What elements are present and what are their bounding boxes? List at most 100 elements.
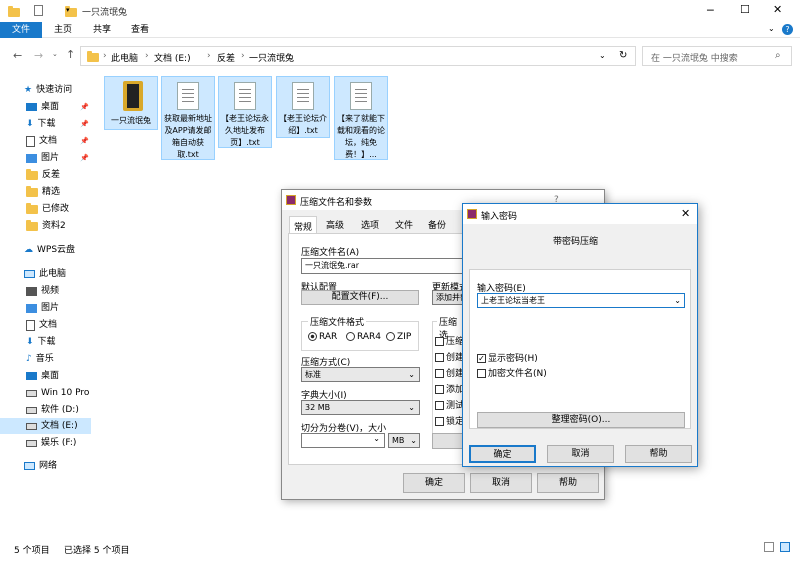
sidebar-item-documents-pc[interactable]: 文档 xyxy=(26,317,57,333)
option-checkbox[interactable]: 创建 xyxy=(435,350,463,363)
file-item[interactable]: 一只流氓兔 xyxy=(104,76,158,130)
file-item[interactable]: 【老王论坛介绍】.txt xyxy=(276,76,330,138)
sidebar-item-videos[interactable]: 视频 xyxy=(26,283,59,299)
sidebar-item-desktop-pc[interactable]: 桌面 xyxy=(26,368,59,384)
method-select[interactable]: 标准 ⌄ xyxy=(301,367,420,382)
qat-properties-icon[interactable] xyxy=(34,5,43,16)
sidebar-item-pictures[interactable]: 图片 📌 xyxy=(26,150,89,166)
sidebar-item-documents[interactable]: 文档 📌 xyxy=(26,133,89,149)
password-input[interactable]: 上老王论坛当老王 ⌄ xyxy=(477,293,685,308)
help-icon[interactable]: ? xyxy=(782,24,793,35)
drive-icon xyxy=(26,439,37,447)
winrar-icon xyxy=(286,195,296,205)
sidebar-item-downloads[interactable]: ⬇ 下载 📌 xyxy=(26,116,89,132)
address-bar[interactable]: › 此电脑 › 文档 (E:) › 反差 › 一只流氓兔 ⌄ ↻ xyxy=(80,46,636,66)
sidebar-item-downloads-pc[interactable]: ⬇ 下载 xyxy=(26,334,56,350)
breadcrumb-folder[interactable]: 反差 xyxy=(205,51,235,64)
tab-share[interactable]: 共享 xyxy=(93,22,111,38)
checkbox-checked-icon: ✓ xyxy=(477,354,486,363)
checkbox-icon xyxy=(435,353,444,362)
recent-icon[interactable]: ⌄ xyxy=(52,50,58,58)
breadcrumb-this-pc[interactable]: 此电脑 xyxy=(111,51,138,64)
option-checkbox[interactable]: 锁定 xyxy=(435,414,463,427)
sidebar-item-desktop[interactable]: 桌面 📌 xyxy=(26,99,89,115)
file-item[interactable]: 获取最新地址及APP请发邮箱自动获取.txt xyxy=(161,76,215,160)
back-icon[interactable]: ← xyxy=(13,49,22,62)
sidebar-item-modified[interactable]: 已修改 xyxy=(26,201,69,217)
option-checkbox[interactable]: 测试 xyxy=(435,398,463,411)
file-item[interactable]: 【来了就能下载和观看的论坛，纯免费！】... xyxy=(334,76,388,160)
sidebar-item-pictures-pc[interactable]: 图片 xyxy=(26,300,59,316)
tab-home[interactable]: 主页 xyxy=(54,22,72,38)
radio-rar4[interactable]: RAR4 xyxy=(346,332,381,342)
password-help-button[interactable]: 帮助 xyxy=(625,445,692,463)
sidebar-item-drive-d[interactable]: 软件 (D:) xyxy=(26,402,79,418)
encrypt-names-checkbox[interactable]: 加密文件名(N) xyxy=(477,366,547,379)
qat-dropdown-icon[interactable]: ▾ xyxy=(66,6,70,14)
file-name: 【来了就能下载和观看的论坛，纯免费！】... xyxy=(337,114,385,159)
forward-icon[interactable]: → xyxy=(34,49,43,62)
sidebar-item-music[interactable]: ♪ 音乐 xyxy=(26,351,54,367)
tab-backup[interactable]: 备份 xyxy=(428,218,446,231)
hidden-button[interactable] xyxy=(432,433,464,449)
option-checkbox[interactable]: 压缩 xyxy=(435,334,463,347)
archive-ok-button[interactable]: 确定 xyxy=(403,473,465,493)
archive-help-button[interactable]: 帮助 xyxy=(537,473,599,493)
radio-zip[interactable]: ZIP xyxy=(386,332,411,342)
close-icon[interactable]: ✕ xyxy=(773,3,782,16)
sidebar-item-drive-e[interactable]: 文档 (E:) xyxy=(0,418,91,434)
sidebar-item-network[interactable]: 网络 xyxy=(24,458,57,474)
sidebar-item-fancha[interactable]: 反差 xyxy=(26,167,60,183)
ribbon-expand-icon[interactable]: ⌄ xyxy=(768,24,775,33)
dict-select[interactable]: 32 MB ⌄ xyxy=(301,400,420,415)
breadcrumb-drive[interactable]: 文档 (E:) xyxy=(154,51,191,64)
split-unit-select[interactable]: MB ⌄ xyxy=(388,433,420,448)
file-item[interactable]: 【老王论坛永久地址发布页】.txt xyxy=(218,76,272,148)
minimize-icon[interactable]: ─ xyxy=(707,4,714,17)
breadcrumb-current[interactable]: 一只流氓兔 xyxy=(237,51,294,64)
search-input[interactable]: 在 一只流氓兔 中搜索 xyxy=(651,51,738,64)
chevron-down-icon: ⌄ xyxy=(674,296,681,305)
search-box[interactable]: 在 一只流氓兔 中搜索 ⌕ xyxy=(642,46,792,66)
profile-button[interactable]: 配置文件(F)... xyxy=(301,290,419,305)
tab-files[interactable]: 文件 xyxy=(395,218,413,231)
up-icon[interactable]: ↑ xyxy=(66,48,75,61)
drive-icon xyxy=(26,422,37,430)
show-password-checkbox[interactable]: ✓ 显示密码(H) xyxy=(477,351,538,364)
maximize-icon[interactable]: ☐ xyxy=(740,3,750,16)
filename-input[interactable]: 一只流氓兔.rar xyxy=(301,258,471,274)
tab-view[interactable]: 查看 xyxy=(131,22,149,38)
organize-passwords-button[interactable]: 整理密码(O)... xyxy=(477,412,685,428)
network-icon xyxy=(24,462,35,470)
password-panel: 输入密码(E) 上老王论坛当老王 ⌄ ✓ 显示密码(H) 加密文件名(N) 整理密码… xyxy=(469,269,691,429)
tab-file[interactable]: 文件 xyxy=(0,22,42,38)
tab-general[interactable]: 常规 xyxy=(289,216,317,233)
sidebar-item-drive-c[interactable]: Win 10 Pro xyxy=(26,385,89,401)
sidebar-item-drive-f[interactable]: 娱乐 (F:) xyxy=(26,435,76,451)
password-title: 输入密码 xyxy=(481,212,518,222)
sidebar-item-featured[interactable]: 精选 xyxy=(26,184,60,200)
tab-advanced[interactable]: 高级 xyxy=(326,218,344,231)
archive-cancel-button[interactable]: 取消 xyxy=(470,473,532,493)
password-ok-button[interactable]: 确定 xyxy=(469,445,536,463)
refresh-icon[interactable]: ↻ xyxy=(619,50,627,61)
option-checkbox[interactable]: 创建 xyxy=(435,366,463,379)
close-icon[interactable]: ✕ xyxy=(681,207,690,220)
split-input[interactable]: ⌄ xyxy=(301,433,385,448)
sidebar-item-resources2[interactable]: 资料2 xyxy=(26,218,66,234)
file-name: 【老王论坛永久地址发布页】.txt xyxy=(221,114,269,147)
sidebar-item-this-pc[interactable]: 此电脑 xyxy=(24,266,66,282)
sidebar-item-wps-cloud[interactable]: ☁ WPS云盘 xyxy=(24,242,75,258)
details-view-icon[interactable] xyxy=(764,542,774,552)
option-checkbox[interactable]: 添加 xyxy=(435,382,463,395)
sidebar-item-quick-access[interactable]: ★ 快速访问 xyxy=(24,82,72,98)
address-dropdown-icon[interactable]: ⌄ xyxy=(599,51,606,60)
tab-options[interactable]: 选项 xyxy=(361,218,379,231)
update-mode-select[interactable]: 添加并替 xyxy=(432,290,464,305)
folder-icon xyxy=(26,219,38,231)
icons-view-icon[interactable] xyxy=(780,542,790,552)
password-cancel-button[interactable]: 取消 xyxy=(547,445,614,463)
checkbox-icon xyxy=(477,369,486,378)
radio-checked-icon xyxy=(308,332,317,341)
radio-rar[interactable]: RAR xyxy=(308,332,337,342)
